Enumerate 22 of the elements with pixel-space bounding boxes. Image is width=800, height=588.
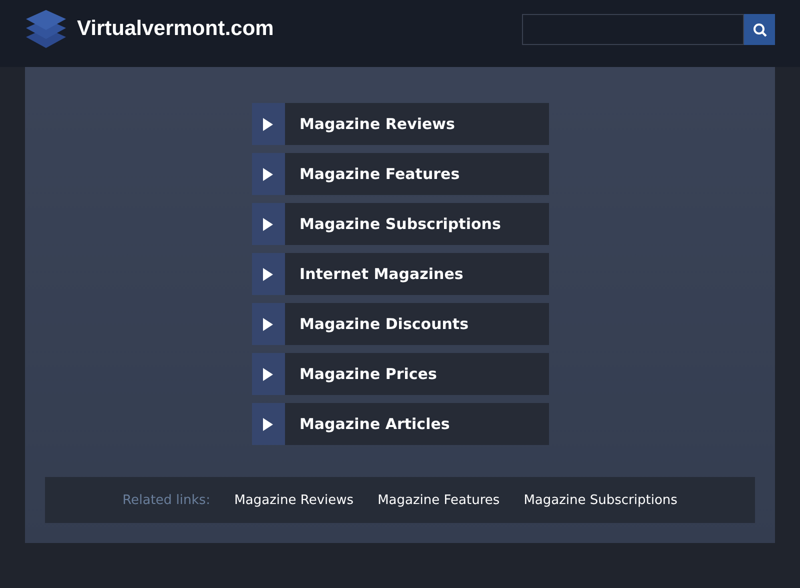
- menu-link[interactable]: Magazine Articles: [252, 403, 548, 445]
- site-title: Virtualvermont.com: [77, 16, 274, 40]
- play-triangle-icon: [263, 118, 273, 130]
- search-field[interactable]: [522, 14, 744, 45]
- menu-link[interactable]: Magazine Reviews: [252, 103, 548, 145]
- play-triangle-icon: [263, 318, 273, 330]
- play-triangle-icon: [263, 368, 273, 380]
- search-icon: [752, 22, 766, 36]
- play-triangle-icon: [263, 418, 273, 430]
- menu-link[interactable]: Internet Magazines: [252, 253, 548, 295]
- related-links-label: Related links:: [122, 492, 210, 508]
- play-triangle-icon: [263, 268, 273, 280]
- related-link[interactable]: Magazine Subscriptions: [524, 492, 678, 508]
- related-link[interactable]: Magazine Features: [378, 492, 500, 508]
- search-button[interactable]: [744, 14, 775, 45]
- menu-link[interactable]: Magazine Features: [252, 153, 548, 195]
- menu-link[interactable]: Magazine Discounts: [252, 303, 548, 345]
- menu-link[interactable]: Magazine Subscriptions: [252, 203, 548, 245]
- play-triangle-icon: [263, 218, 273, 230]
- related-link[interactable]: Magazine Reviews: [234, 492, 354, 508]
- play-triangle-icon: [263, 168, 273, 180]
- menu-link[interactable]: Magazine Prices: [252, 353, 548, 395]
